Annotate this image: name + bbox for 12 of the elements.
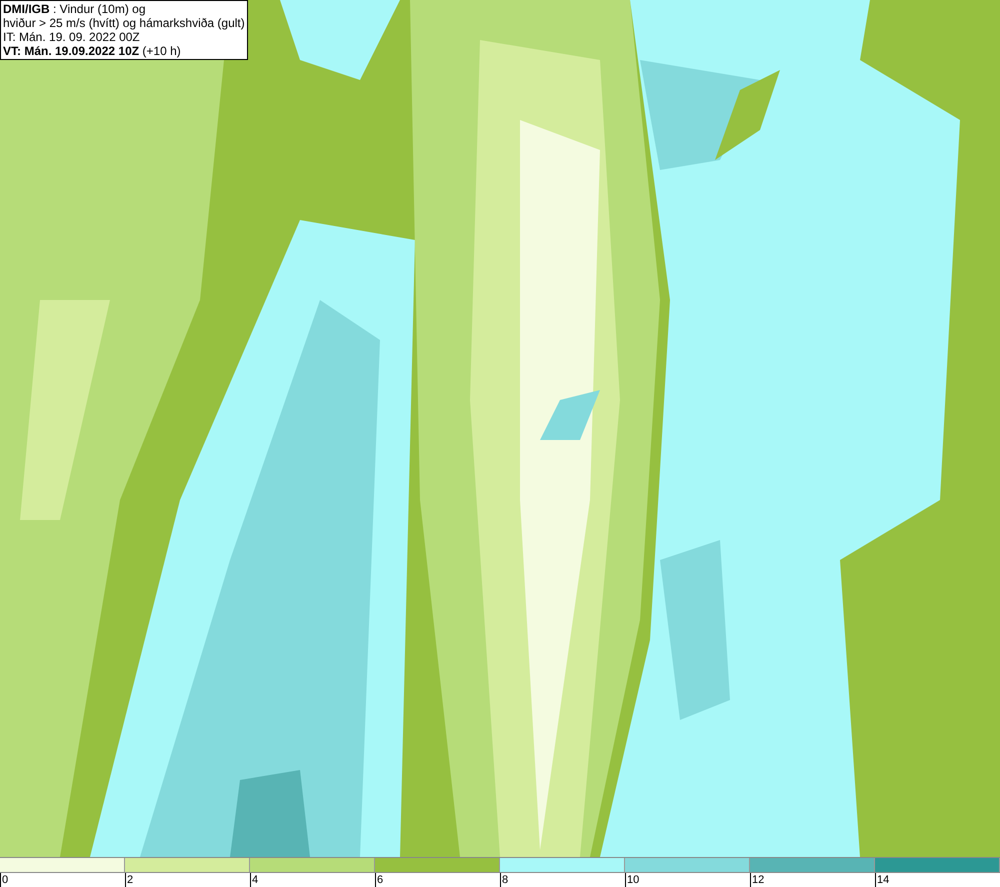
scale-tick-label: 6 — [377, 874, 384, 886]
scale-tick-label: 14 — [877, 874, 890, 886]
header-text: hviður > 25 m/s (hvítt) og hámarkshviða (gult) — [3, 16, 245, 30]
header-text: IT: Mán. 19. 09. 2022 00Z — [3, 30, 141, 44]
scale-tick-label: 8 — [502, 874, 508, 886]
header-text: DMI/IGB : Vindur (10m) og — [3, 2, 146, 16]
header-text: VT: Mán. 19.09.2022 10Z (+10 h) — [3, 44, 182, 58]
scale-tick-label: 2 — [127, 874, 134, 886]
scale-tick-label: 12 — [752, 874, 764, 886]
scale-tick-label: 0 — [2, 874, 8, 886]
scale-tick-label: 4 — [252, 874, 258, 886]
scale-tick-label: 10 — [627, 874, 640, 886]
